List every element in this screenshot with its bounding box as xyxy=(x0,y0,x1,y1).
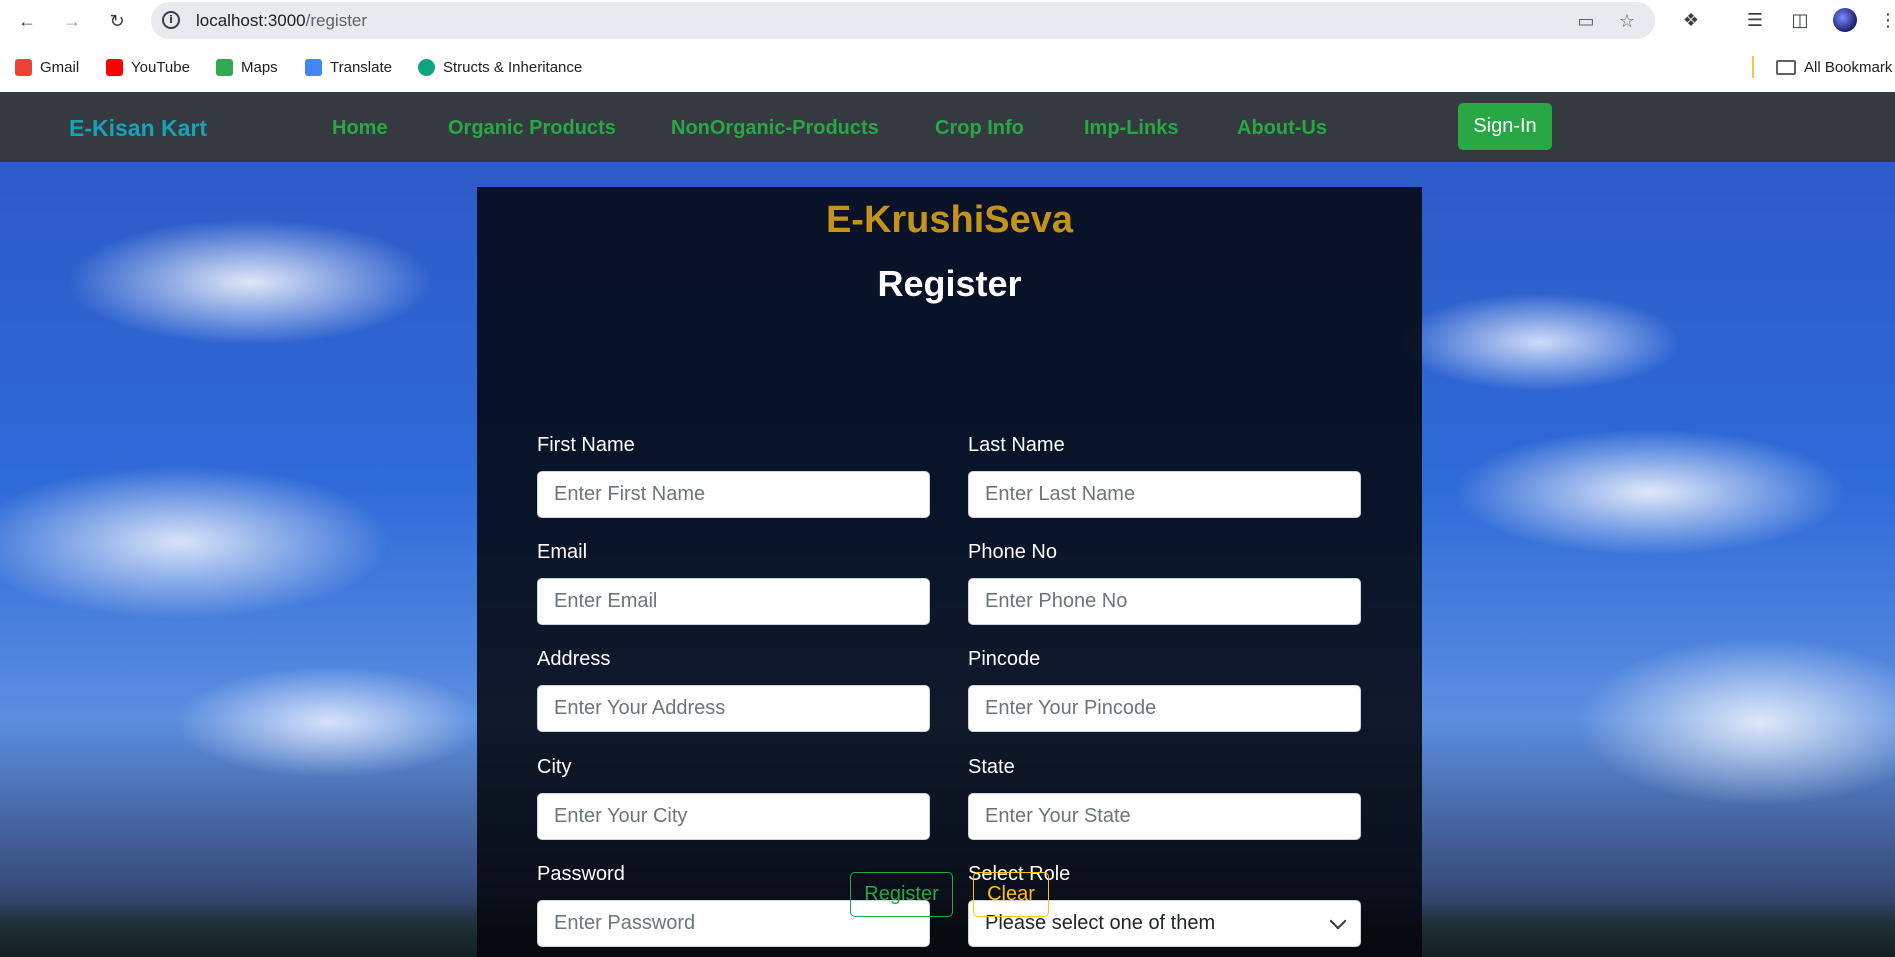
forward-icon[interactable]: → xyxy=(57,6,87,36)
install-app-icon[interactable]: ▭ xyxy=(1576,11,1596,31)
reload-icon[interactable]: ↻ xyxy=(102,6,132,36)
email-label: Email xyxy=(537,541,588,563)
nav-home[interactable]: Home xyxy=(332,117,388,140)
profile-avatar[interactable] xyxy=(1833,8,1857,32)
gmail-icon xyxy=(15,58,32,76)
all-bookmarks-label: All Bookmark xyxy=(1804,58,1893,76)
bookmarks-bar: Gmail YouTube Maps Translate Structs & I… xyxy=(0,41,1895,92)
last-name-label: Last Name xyxy=(968,434,1065,456)
signin-button[interactable]: Sign-In xyxy=(1458,103,1552,150)
pincode-label: Pincode xyxy=(968,648,1041,670)
bookmark-label: Gmail xyxy=(40,58,80,76)
chevron-down-icon xyxy=(1329,912,1347,929)
phone-input[interactable] xyxy=(968,578,1361,625)
side-panel-icon[interactable]: ◫ xyxy=(1788,8,1812,32)
nav-organic-products[interactable]: Organic Products xyxy=(448,117,616,140)
extensions-icon[interactable]: ❖ xyxy=(1679,8,1703,32)
nav-crop-info[interactable]: Crop Info xyxy=(935,117,1024,140)
bookmark-structs[interactable]: Structs & Inheritance xyxy=(418,57,582,77)
chatgpt-icon xyxy=(418,58,435,76)
first-name-input[interactable] xyxy=(537,471,930,518)
pincode-input[interactable] xyxy=(968,685,1361,732)
form-heading: Register xyxy=(877,263,1022,304)
browser-toolbar: ← → ↻ i localhost:3000/register ▭ ☆ ❖ ☰ … xyxy=(0,0,1895,41)
bookmark-label: Maps xyxy=(241,58,278,76)
bookmark-gmail[interactable]: Gmail xyxy=(15,57,79,77)
maps-icon xyxy=(216,58,233,76)
first-name-label: First Name xyxy=(537,434,635,456)
folder-icon xyxy=(1776,59,1796,75)
url-host: localhost:3000 xyxy=(196,11,306,30)
register-button[interactable]: Register xyxy=(850,872,953,917)
bookmark-star-icon[interactable]: ☆ xyxy=(1617,11,1637,31)
menu-icon[interactable]: ⋮ xyxy=(1876,8,1895,32)
back-icon[interactable]: ← xyxy=(12,6,42,36)
media-controls-icon[interactable]: ☰ xyxy=(1743,8,1767,32)
phone-label: Phone No xyxy=(968,541,1057,563)
password-label: Password xyxy=(537,863,625,885)
address-label: Address xyxy=(537,648,611,670)
register-card: E-KrushiSeva Register First Name Last Na… xyxy=(477,187,1422,957)
bookmark-separator xyxy=(1752,56,1754,78)
url-text[interactable]: localhost:3000/register xyxy=(196,11,367,31)
bookmark-label: Translate xyxy=(330,58,392,76)
site-title: E-KrushiSeva xyxy=(825,199,1074,241)
web-page: E-Kisan Kart Home Organic Products NonOr… xyxy=(0,92,1895,957)
state-input[interactable] xyxy=(968,793,1361,840)
clear-button[interactable]: Clear xyxy=(973,872,1049,917)
last-name-input[interactable] xyxy=(968,471,1361,518)
url-path: /register xyxy=(305,11,368,30)
nav-imp-links[interactable]: Imp-Links xyxy=(1084,117,1178,140)
city-label: City xyxy=(537,756,572,778)
translate-icon xyxy=(305,58,322,76)
bookmark-translate[interactable]: Translate xyxy=(305,57,392,77)
nav-nonorganic-products[interactable]: NonOrganic-Products xyxy=(671,117,879,140)
nav-about-us[interactable]: About-Us xyxy=(1237,117,1327,140)
bookmark-youtube[interactable]: YouTube xyxy=(106,57,190,77)
youtube-icon xyxy=(106,58,123,76)
bookmark-maps[interactable]: Maps xyxy=(216,57,278,77)
bookmark-label: Structs & Inheritance xyxy=(443,58,583,76)
state-label: State xyxy=(968,756,1015,778)
site-info-icon[interactable]: i xyxy=(162,11,180,29)
bookmark-label: YouTube xyxy=(131,58,190,76)
email-input[interactable] xyxy=(537,578,930,625)
city-input[interactable] xyxy=(537,793,930,840)
address-input[interactable] xyxy=(537,685,930,732)
address-bar[interactable]: i localhost:3000/register ▭ ☆ xyxy=(151,2,1655,39)
site-navbar: E-Kisan Kart Home Organic Products NonOr… xyxy=(0,92,1895,162)
brand-logo[interactable]: E-Kisan Kart xyxy=(69,115,207,142)
all-bookmarks[interactable]: All Bookmark xyxy=(1776,57,1892,77)
